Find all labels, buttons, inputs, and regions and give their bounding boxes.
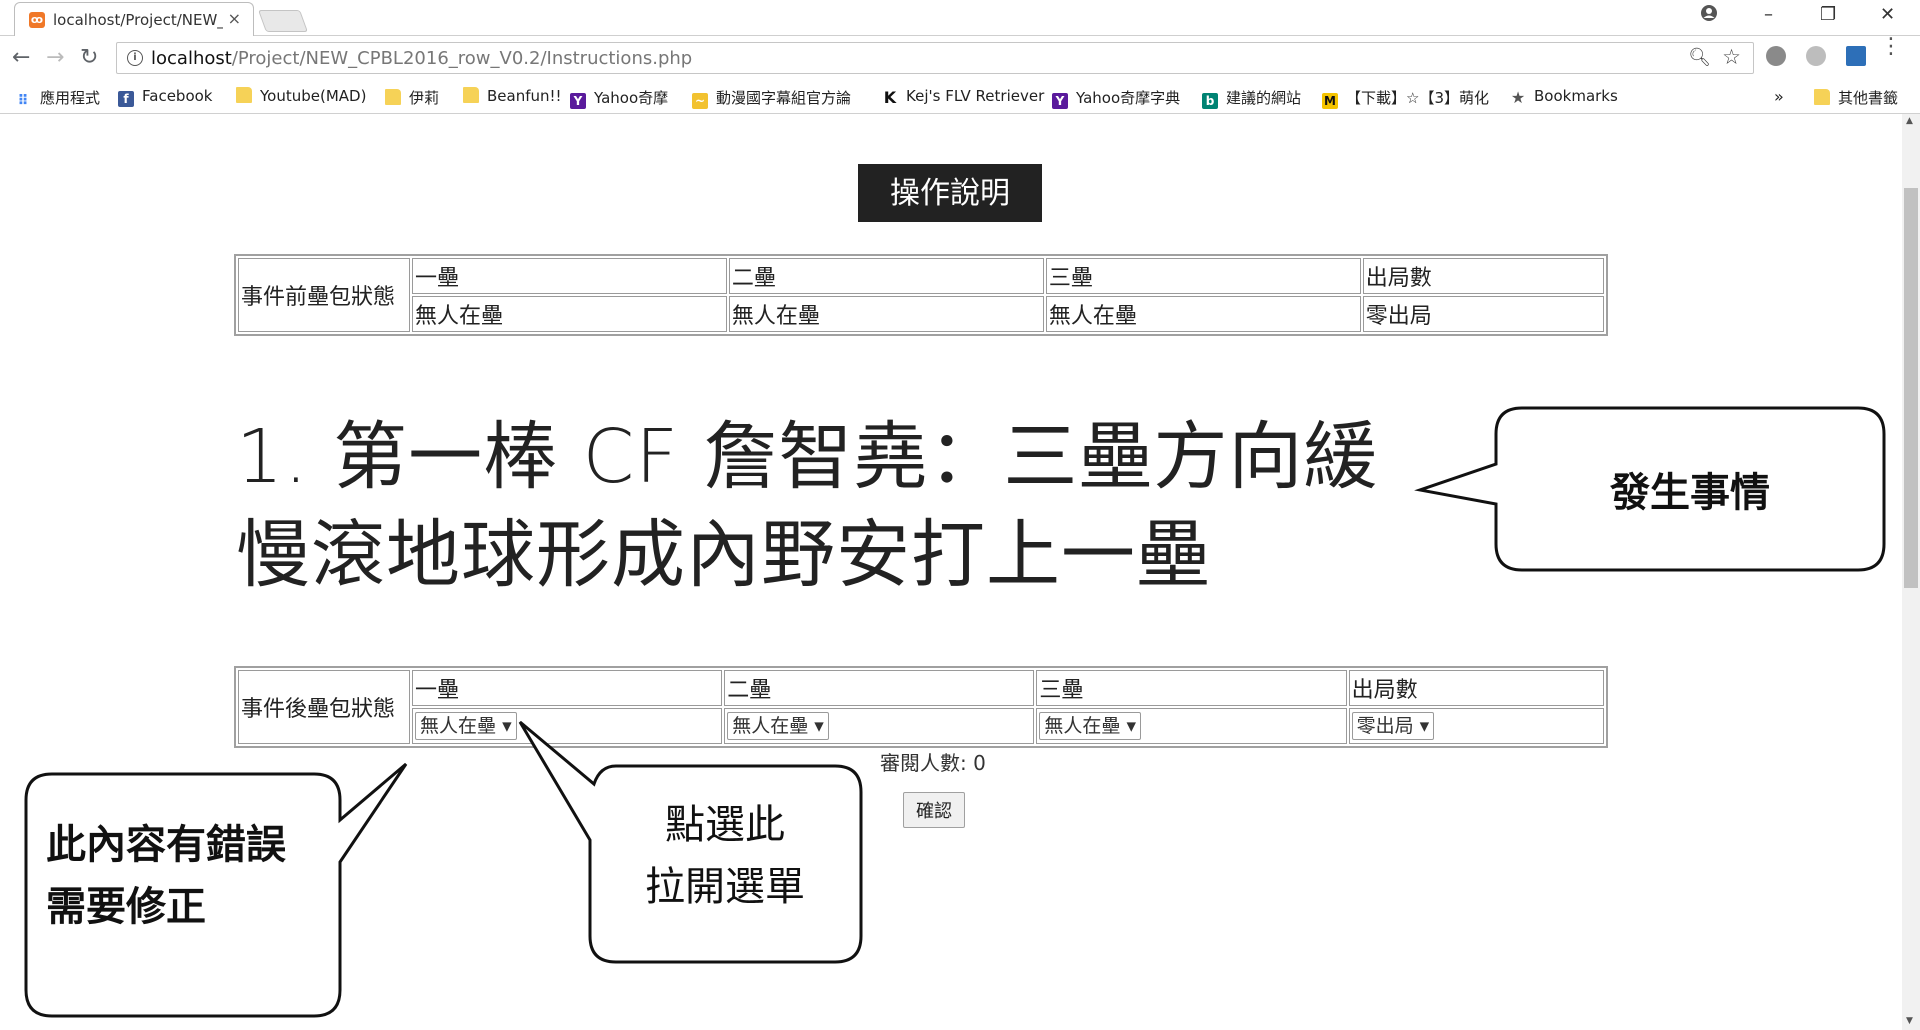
after-second-base-cell: 無人在壘 ▾	[724, 708, 1035, 744]
after-col-third-base: 三壘	[1036, 670, 1347, 706]
bookmark-facebook[interactable]: f Facebook	[118, 87, 212, 107]
tab-title: localhost/Project/NEW_	[53, 11, 223, 29]
viewer-count: 審閱人數: 0	[880, 751, 986, 775]
facebook-icon: f	[118, 91, 134, 107]
tab-strip: ꝏ localhost/Project/NEW_ × – ❐ ✕	[0, 0, 1920, 36]
minimize-icon[interactable]: –	[1764, 4, 1773, 25]
browser-toolbar: ← → ↻ i localhost/Project/NEW_CPBL2016_r…	[0, 36, 1920, 80]
outs-select[interactable]: 零出局 ▾	[1351, 712, 1435, 740]
folder-icon	[463, 87, 479, 103]
after-first-base-cell: 無人在壘 ▾	[412, 708, 723, 744]
dropdown-arrow-icon: ▾	[1126, 715, 1136, 737]
scroll-down-icon[interactable]: ▼	[1906, 1016, 1913, 1026]
folder-icon	[1814, 89, 1830, 105]
scroll-thumb[interactable]	[1904, 188, 1918, 588]
before-row-header: 事件前壘包狀態	[238, 258, 410, 332]
event-description: 1. 第一棒 CF 詹智堯：三壘方向緩慢滾地球形成內野安打上一壘	[236, 414, 1379, 598]
bookmark-kej[interactable]: K Kej's FLV Retriever	[882, 87, 1044, 106]
before-col-outs: 出局數	[1362, 258, 1604, 294]
bookmark-youtube[interactable]: Youtube(MAD)	[236, 87, 366, 105]
bookmark-anime-forum[interactable]: ~ 動漫國字幕組官方論	[692, 87, 851, 109]
reload-icon[interactable]: ↻	[80, 45, 98, 70]
star-icon: ★	[1510, 88, 1526, 107]
forum-icon: ~	[692, 93, 708, 109]
after-col-outs: 出局數	[1348, 670, 1604, 706]
before-outs-value: 零出局	[1362, 296, 1604, 332]
before-col-first-base: 一壘	[412, 258, 727, 294]
after-third-base-cell: 無人在壘 ▾	[1036, 708, 1347, 744]
other-bookmarks[interactable]: 其他書籤	[1814, 87, 1898, 108]
folder-icon	[385, 89, 401, 105]
before-bases-table: 事件前壘包狀態 一壘 二壘 三壘 出局數 無人在壘 無人在壘 無人在壘 零出局	[234, 254, 1608, 336]
m-extension-icon[interactable]	[1806, 46, 1826, 66]
k-icon: K	[883, 88, 897, 107]
bookmark-download[interactable]: M 【下載】☆【3】萌化	[1322, 87, 1489, 109]
tab-close-icon[interactable]: ×	[228, 9, 241, 28]
back-icon[interactable]: ←	[12, 45, 30, 70]
browser-tab[interactable]: ꝏ localhost/Project/NEW_ ×	[14, 2, 254, 36]
select-callout-line1: 點選此	[665, 802, 785, 848]
page-content: 操作說明 事件前壘包狀態 一壘 二壘 三壘 出局數 無人在壘 無人在壘 無人在壘…	[0, 114, 1920, 1030]
m-icon: M	[1322, 93, 1338, 109]
bookmark-apps[interactable]: ⠿ 應用程式	[14, 87, 100, 109]
confirm-button[interactable]: 確認	[903, 792, 965, 828]
url-text: localhost/Project/NEW_CPBL2016_row_V0.2/…	[151, 48, 693, 69]
restore-icon[interactable]: ❐	[1820, 4, 1836, 25]
outlook-extension-icon[interactable]	[1846, 46, 1866, 66]
xampp-favicon-icon: ꝏ	[29, 12, 45, 28]
bookmarks-overflow-icon[interactable]: »	[1774, 87, 1784, 106]
instructions-button[interactable]: 操作說明	[858, 164, 1042, 222]
bookmark-beanfun[interactable]: Beanfun!!	[463, 87, 562, 105]
bookmark-bookmarks[interactable]: ★ Bookmarks	[1510, 87, 1618, 106]
dropdown-arrow-icon: ▾	[814, 715, 824, 737]
error-callout-line1: 此內容有錯誤	[46, 822, 286, 868]
after-row-header: 事件後壘包狀態	[238, 670, 410, 744]
profile-icon[interactable]	[1700, 4, 1718, 27]
before-first-base-value: 無人在壘	[412, 296, 727, 332]
before-col-second-base: 二壘	[728, 258, 1044, 294]
bookmark-yahoo-dict[interactable]: Y Yahoo奇摩字典	[1052, 87, 1180, 109]
close-window-icon[interactable]: ✕	[1880, 4, 1895, 25]
scroll-up-icon[interactable]: ▲	[1906, 116, 1913, 126]
bookmark-suggested[interactable]: b 建議的網站	[1202, 87, 1301, 109]
new-tab-button[interactable]	[257, 10, 309, 32]
third-base-select[interactable]: 無人在壘 ▾	[1039, 712, 1141, 740]
vertical-scrollbar[interactable]: ▲ ▼	[1902, 114, 1920, 1030]
dropdown-arrow-icon: ▾	[1419, 715, 1430, 737]
after-outs-cell: 零出局 ▾	[1348, 708, 1604, 744]
bookmark-star-icon[interactable]: ☆	[1722, 45, 1741, 69]
error-callout-text: 此內容有錯誤 需要修正	[46, 814, 316, 938]
menu-dots-icon[interactable]: ⋮	[1880, 36, 1902, 58]
before-second-base-value: 無人在壘	[728, 296, 1044, 332]
dropdown-arrow-icon: ▾	[502, 715, 512, 737]
after-col-second-base: 二壘	[724, 670, 1035, 706]
info-icon[interactable]: i	[127, 50, 143, 66]
forward-icon[interactable]: →	[46, 45, 64, 70]
zoom-icon[interactable]: 🔍︎	[1688, 47, 1711, 68]
second-base-select[interactable]: 無人在壘 ▾	[727, 712, 829, 740]
first-base-select[interactable]: 無人在壘 ▾	[415, 712, 517, 740]
apps-grid-icon: ⠿	[17, 93, 29, 109]
bing-icon: b	[1202, 93, 1218, 109]
before-third-base-value: 無人在壘	[1045, 296, 1361, 332]
select-callout-text: 點選此 拉開選單	[600, 794, 850, 918]
address-bar[interactable]: i localhost/Project/NEW_CPBL2016_row_V0.…	[116, 42, 1754, 74]
bookmark-yahoo[interactable]: Y Yahoo奇摩	[570, 87, 668, 109]
yahoo-icon: Y	[1052, 93, 1068, 109]
yahoo-icon: Y	[570, 93, 586, 109]
extension-icon[interactable]	[1766, 46, 1786, 66]
bookmarks-bar: ⠿ 應用程式 f Facebook Youtube(MAD) 伊莉 Beanfun!…	[0, 80, 1920, 114]
after-col-first-base: 一壘	[412, 670, 723, 706]
bookmark-eyny[interactable]: 伊莉	[385, 87, 439, 108]
after-bases-table: 事件後壘包狀態 一壘 二壘 三壘 出局數 無人在壘 ▾ 無人在壘 ▾ 無人在壘 …	[234, 666, 1608, 748]
error-callout-line2: 需要修正	[46, 884, 206, 930]
folder-icon	[236, 87, 252, 103]
event-callout-label: 發生事情	[1610, 470, 1770, 516]
select-callout-line2: 拉開選單	[645, 864, 805, 910]
before-col-third-base: 三壘	[1045, 258, 1361, 294]
